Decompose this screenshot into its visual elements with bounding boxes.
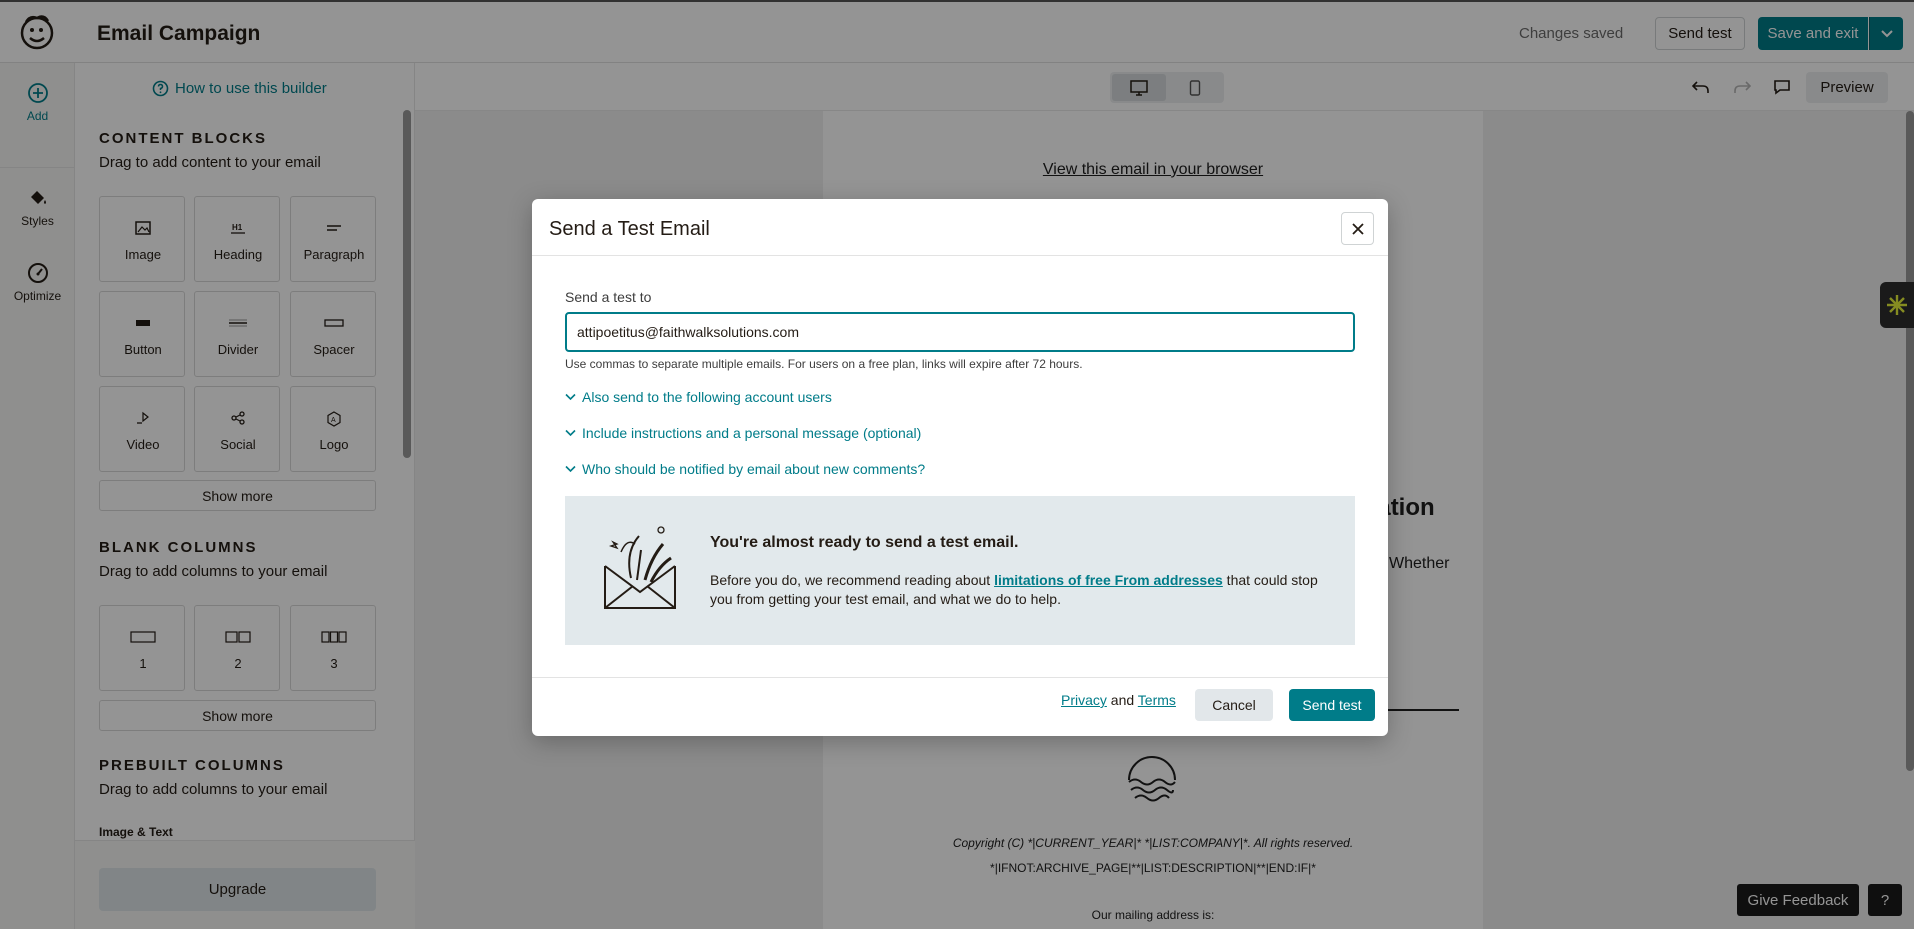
cancel-button[interactable]: Cancel	[1195, 689, 1273, 721]
notice-body-text: Before you do, we recommend reading abou…	[710, 572, 995, 588]
free-from-limitations-link[interactable]: limitations of free From addresses	[994, 572, 1223, 588]
send-to-label: Send a test to	[565, 289, 652, 305]
modal-title: Send a Test Email	[549, 218, 710, 240]
legal-and-text: and	[1106, 692, 1138, 708]
notice-body: Before you do, we recommend reading abou…	[710, 571, 1320, 609]
send-to-helper-text: Use commas to separate multiple emails. …	[565, 357, 1083, 371]
send-test-submit-button[interactable]: Send test	[1289, 689, 1375, 721]
accordion-personal-message[interactable]: Include instructions and a personal mess…	[565, 425, 921, 441]
free-from-address-notice: You're almost ready to send a test email…	[565, 496, 1355, 645]
chevron-down-icon	[565, 465, 576, 473]
legal-links: Privacy and Terms	[1061, 692, 1176, 708]
notice-title: You're almost ready to send a test email…	[710, 534, 1019, 551]
send-test-email-modal: Send a Test Email Send a test to Use com…	[532, 199, 1388, 736]
close-icon	[1351, 222, 1364, 235]
modal-close-button[interactable]	[1341, 212, 1374, 245]
accordion-comment-notifications-label: Who should be notified by email about ne…	[582, 461, 926, 477]
modal-footer-divider	[532, 677, 1388, 678]
accordion-comment-notifications[interactable]: Who should be notified by email about ne…	[565, 461, 925, 477]
accordion-account-users[interactable]: Also send to the following account users	[565, 389, 832, 405]
send-to-email-input[interactable]	[565, 312, 1355, 352]
chevron-down-icon	[565, 429, 576, 437]
accordion-personal-message-label: Include instructions and a personal mess…	[582, 425, 922, 441]
accordion-account-users-label: Also send to the following account users	[582, 389, 832, 405]
terms-link[interactable]: Terms	[1138, 692, 1176, 708]
chevron-down-icon	[565, 393, 576, 401]
envelope-bouquet-icon	[604, 526, 676, 609]
privacy-link[interactable]: Privacy	[1061, 692, 1107, 708]
modal-header-divider	[532, 255, 1388, 256]
